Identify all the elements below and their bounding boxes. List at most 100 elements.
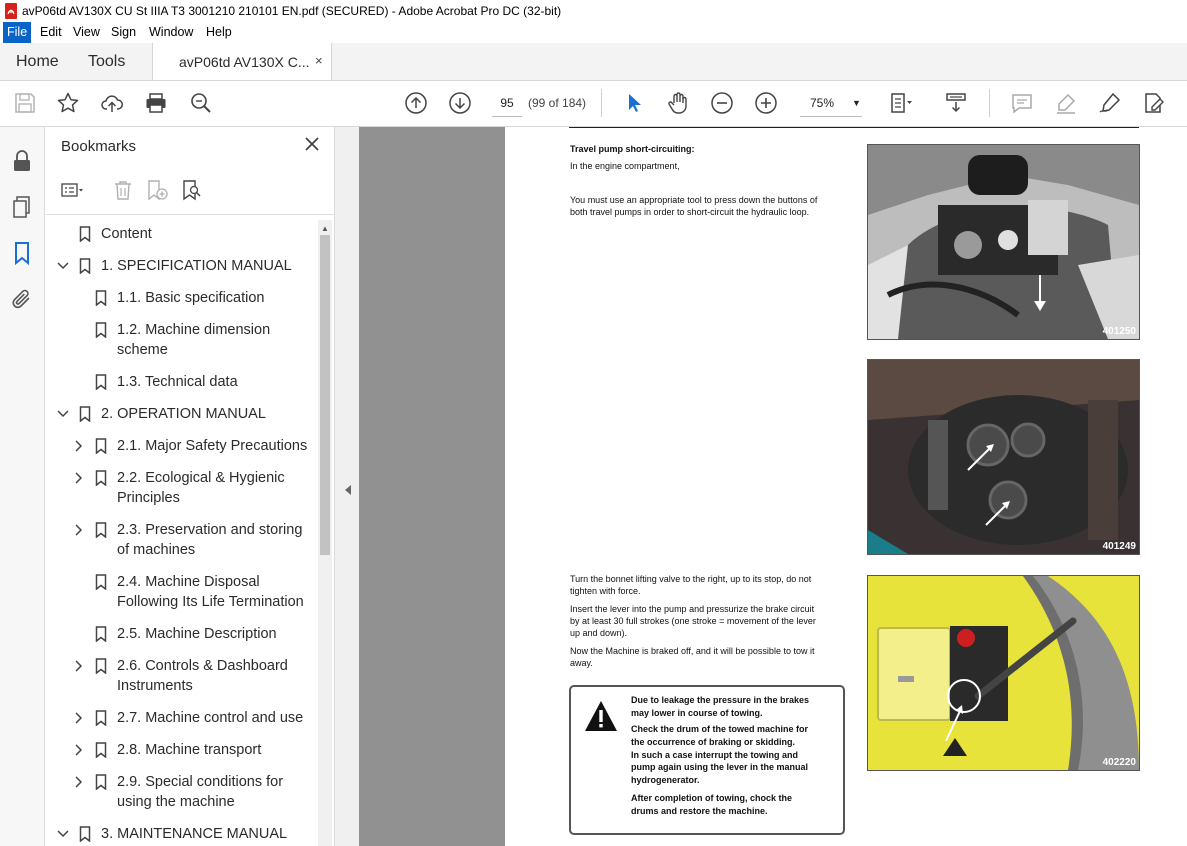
fill-and-sign-icon[interactable] bbox=[1142, 91, 1166, 115]
chevron-right-icon[interactable] bbox=[73, 775, 85, 789]
bookmark-label: 1.2. Machine dimension bbox=[117, 322, 271, 338]
delete-bookmark-icon[interactable] bbox=[112, 179, 134, 201]
zoom-level-select[interactable]: 75% ▼ bbox=[800, 90, 862, 117]
bookmark-options-icon[interactable] bbox=[61, 179, 83, 201]
warning-text: After completion of towing, chock the bbox=[631, 793, 793, 803]
menu-file[interactable]: File bbox=[3, 22, 32, 43]
bookmark-item[interactable]: 2.8. Machine transport bbox=[73, 740, 317, 760]
attachment-paperclip-icon[interactable] bbox=[10, 287, 34, 311]
zoom-search-icon[interactable] bbox=[189, 91, 213, 115]
bookmark-label: of machines bbox=[117, 542, 196, 558]
menu-view[interactable]: View bbox=[73, 25, 100, 39]
chevron-right-icon[interactable] bbox=[73, 439, 85, 453]
warning-text: drums and restore the machine. bbox=[631, 805, 768, 816]
chevron-down-icon[interactable] bbox=[57, 407, 69, 421]
bookmark-label: 2.9. Special conditions for bbox=[117, 774, 284, 790]
scrollbar-thumb[interactable] bbox=[320, 235, 330, 555]
bookmark-label: 1.3. Technical data bbox=[117, 374, 238, 390]
zoom-in-icon[interactable] bbox=[754, 91, 778, 115]
bookmark-label: Principles bbox=[117, 490, 180, 506]
bookmark-icon bbox=[95, 470, 107, 486]
bookmark-label: 1.1. Basic specification bbox=[117, 290, 265, 306]
save-icon[interactable] bbox=[13, 91, 37, 115]
next-page-icon[interactable] bbox=[448, 91, 472, 115]
chevron-right-icon[interactable] bbox=[73, 659, 85, 673]
bookmark-item[interactable]: 2.2. Ecological & Hygienic Principles bbox=[73, 468, 317, 508]
paragraph-text: both travel pumps in order to short-circ… bbox=[570, 207, 810, 217]
toolbar-divider bbox=[601, 89, 602, 117]
bookmark-item[interactable]: 1.2. Machine dimension scheme bbox=[73, 320, 317, 360]
document-viewport[interactable]: Travel pump short-circuiting: In the eng… bbox=[359, 127, 1187, 846]
tab-tools[interactable]: Tools bbox=[88, 53, 125, 71]
menu-window[interactable]: Window bbox=[149, 25, 193, 39]
page-number-input[interactable]: 95 bbox=[492, 90, 522, 117]
acrobat-app-icon bbox=[5, 3, 17, 19]
bookmark-item[interactable]: 1. SPECIFICATION MANUAL bbox=[57, 256, 317, 276]
bookmarks-scrollbar[interactable]: ▲ bbox=[318, 220, 332, 846]
bookmark-item[interactable]: Content bbox=[57, 224, 317, 244]
tab-document[interactable]: avP06td AV130X C... × bbox=[152, 43, 332, 80]
select-cursor-icon[interactable] bbox=[622, 91, 646, 115]
hand-tool-icon[interactable] bbox=[666, 91, 690, 115]
bookmarks-tree: Content 1. SPECIFICATION MANUAL 1.1. Basic… bbox=[45, 217, 320, 846]
scroll-up-arrow-icon[interactable]: ▲ bbox=[321, 224, 329, 233]
new-bookmark-icon[interactable] bbox=[146, 179, 168, 201]
bookmark-item[interactable]: 2.5. Machine Description bbox=[73, 624, 317, 644]
previous-page-icon[interactable] bbox=[404, 91, 428, 115]
zoom-out-icon[interactable] bbox=[710, 91, 734, 115]
chevron-right-icon[interactable] bbox=[73, 711, 85, 725]
chevron-right-icon[interactable] bbox=[73, 523, 85, 537]
star-icon[interactable] bbox=[56, 91, 80, 115]
page-thumbnails-icon[interactable] bbox=[10, 195, 34, 219]
bookmark-item[interactable]: 2.4. Machine Disposal Following Its Life … bbox=[73, 572, 317, 612]
find-bookmark-icon[interactable] bbox=[181, 179, 203, 201]
bookmark-label: scheme bbox=[117, 342, 168, 358]
bookmark-item[interactable]: 2.9. Special conditions for using the mac… bbox=[73, 772, 317, 812]
bookmark-label: 3. MAINTENANCE MANUAL bbox=[101, 826, 288, 842]
warning-text: Due to leakage the pressure in the brake… bbox=[631, 695, 810, 705]
tab-bar: Home Tools avP06td AV130X C... × bbox=[0, 43, 1187, 81]
image-reference-number: 402220 bbox=[1102, 757, 1136, 768]
bookmark-item[interactable]: 2.3. Preservation and storing of machines bbox=[73, 520, 317, 560]
bookmarks-panel: Bookmarks Content 1. SPECIFICATION MANUAL… bbox=[45, 127, 334, 846]
bookmark-panel-icon[interactable] bbox=[10, 241, 34, 266]
bookmark-label: 2.1. Major Safety Precautions bbox=[117, 438, 308, 454]
chevron-down-icon[interactable] bbox=[57, 827, 69, 841]
paragraph-text: Insert the lever into the pump and press… bbox=[570, 604, 815, 614]
warning-text: In such a case interrupt the towing and bbox=[631, 749, 799, 760]
bookmark-item[interactable]: 2.1. Major Safety Precautions bbox=[73, 436, 317, 456]
close-tab-icon[interactable]: × bbox=[315, 53, 323, 68]
travel-pump-photo: 401249 bbox=[867, 359, 1140, 555]
sign-pen-icon[interactable] bbox=[1098, 91, 1122, 115]
lock-icon[interactable] bbox=[10, 149, 34, 173]
bookmark-item[interactable]: 2. OPERATION MANUAL bbox=[57, 404, 317, 424]
close-panel-icon[interactable] bbox=[303, 135, 321, 153]
highlight-pen-icon[interactable] bbox=[1054, 91, 1078, 115]
comment-icon[interactable] bbox=[1010, 91, 1034, 115]
bookmark-item[interactable]: 1.3. Technical data bbox=[73, 372, 317, 392]
page-display-icon[interactable] bbox=[889, 91, 913, 115]
print-icon[interactable] bbox=[144, 91, 168, 115]
upload-cloud-icon[interactable] bbox=[100, 91, 124, 115]
bookmark-item[interactable]: 2.7. Machine control and use bbox=[73, 708, 317, 728]
chevron-right-icon[interactable] bbox=[73, 471, 85, 485]
bookmark-item[interactable]: 3. MAINTENANCE MANUAL bbox=[57, 824, 317, 844]
panel-collapse-handle[interactable] bbox=[334, 127, 360, 846]
bookmark-item[interactable]: 2.6. Controls & Dashboard Instruments bbox=[73, 656, 317, 696]
brake-pump-lever-photo: 402220 bbox=[867, 575, 1140, 771]
chevron-down-icon[interactable] bbox=[57, 259, 69, 273]
warning-text: Check the drum of the towed machine for bbox=[631, 724, 809, 734]
scroll-mode-icon[interactable] bbox=[944, 91, 968, 115]
title-bar: avP06td AV130X CU St IIIA T3 3001210 210… bbox=[0, 0, 1187, 22]
bookmark-label: 2.6. Controls & Dashboard bbox=[117, 658, 288, 674]
menu-help[interactable]: Help bbox=[206, 25, 232, 39]
menu-edit[interactable]: Edit bbox=[40, 25, 62, 39]
navigation-rail bbox=[0, 127, 45, 846]
bookmark-item[interactable]: 1.1. Basic specification bbox=[73, 288, 317, 308]
menu-sign[interactable]: Sign bbox=[111, 25, 136, 39]
warning-box: Due to leakage the pressure in the brake… bbox=[569, 685, 845, 835]
image-reference-number: 401250 bbox=[1102, 326, 1136, 337]
chevron-right-icon[interactable] bbox=[73, 743, 85, 757]
tab-home[interactable]: Home bbox=[16, 53, 59, 71]
bookmark-label: 1. SPECIFICATION MANUAL bbox=[101, 258, 292, 274]
